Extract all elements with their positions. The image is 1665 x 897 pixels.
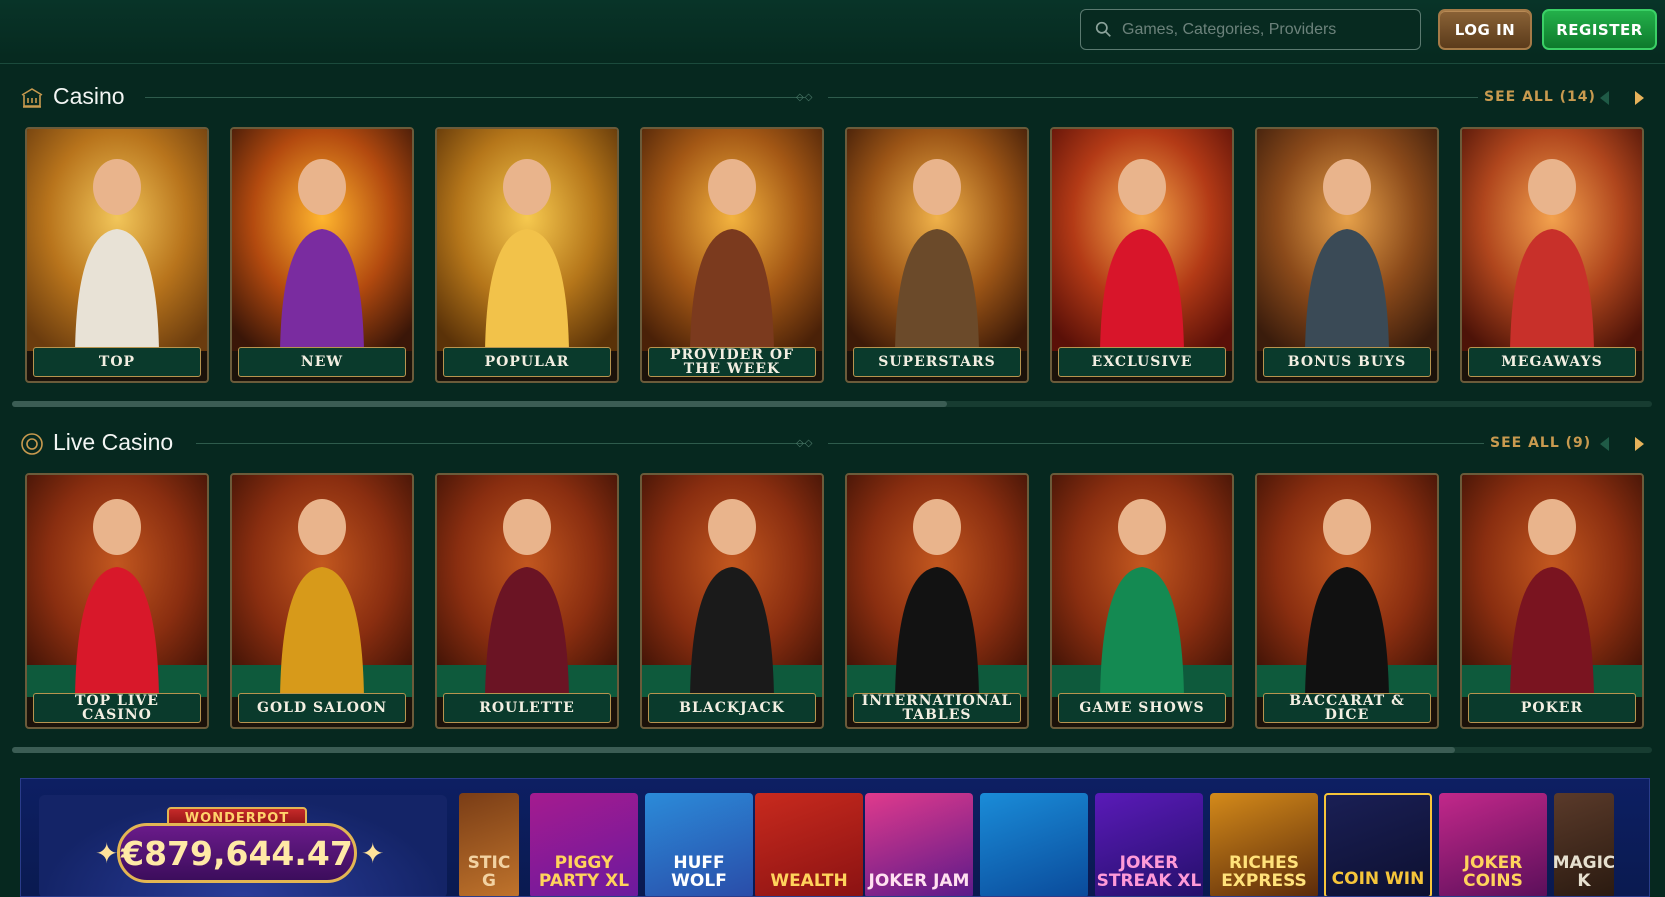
dealer-chips [847,475,1027,697]
arrow-right-icon[interactable] [1628,433,1650,455]
category-card[interactable]: INTERNATIONAL TABLES [845,473,1029,729]
outlaws-illustration [1257,129,1437,351]
login-button[interactable]: LOG IN [1438,9,1532,50]
dealer-roulette [437,475,617,697]
game-thumbnail[interactable]: STIC G [459,793,519,896]
game-thumbnail[interactable]: COIN WIN [1324,793,1432,896]
card-label: GOLD SALOON [238,693,406,723]
game-thumbnail[interactable]: WEALTH [755,793,863,896]
wizard-illustration [232,129,412,351]
card-label: BONUS BUYS [1263,347,1431,377]
category-card[interactable]: EXCLUSIVE [1050,127,1234,383]
game-thumbnail[interactable]: JOKER COINS [1439,793,1547,896]
card-label: INTERNATIONAL TABLES [853,693,1021,723]
cowboy-illustration [642,129,822,351]
casino-building-icon [21,88,43,108]
card-label: BLACKJACK [648,693,816,723]
gods-illustration [27,129,207,351]
star-icon: ✦ [95,838,119,869]
dealer-black-dress [1257,475,1437,697]
ruby-gem-illustration [1052,129,1232,351]
card-label: TOP LIVE CASINO [33,693,201,723]
couple-illustration [1462,129,1642,351]
category-card[interactable]: POPULAR [435,127,619,383]
category-card[interactable]: TOP [25,127,209,383]
fisherman-illustration [437,129,617,351]
arrow-right-icon[interactable] [1628,87,1650,109]
host-green-suit [1052,475,1232,697]
section-title: Live Casino [53,429,174,455]
divider-ornament: ◇◇ [796,92,814,103]
arrow-left-icon[interactable] [1594,433,1616,455]
dealer-red-dress [27,475,207,697]
game-thumbnail[interactable] [980,793,1088,896]
search-input[interactable] [1122,20,1412,39]
category-card[interactable]: SUPERSTARS [845,127,1029,383]
category-card[interactable]: ROULETTE [435,473,619,729]
arrow-left-icon[interactable] [1594,87,1616,109]
game-thumbnail[interactable]: JOKER JAM [865,793,973,896]
category-card[interactable]: MEGAWAYS [1460,127,1644,383]
divider [145,97,805,98]
search-icon [1095,21,1111,37]
card-label: NEW [238,347,406,377]
star-icon: ✦ [361,838,385,869]
card-label: GAME SHOWS [1058,693,1226,723]
category-card[interactable]: BLACKJACK [640,473,824,729]
game-thumbnail[interactable]: JOKER STREAK XL [1095,793,1203,896]
casino-scrollbar[interactable] [12,401,1652,407]
divider [828,443,1484,444]
game-thumbnail[interactable]: MAGIC K [1554,793,1614,896]
jeweler-illustration [847,129,1027,351]
category-card[interactable]: NEW [230,127,414,383]
card-label: ROULETTE [443,693,611,723]
card-label: TOP [33,347,201,377]
divider [828,97,1478,98]
card-label: POKER [1468,693,1636,723]
dealer-cards [1462,475,1642,697]
category-card[interactable]: GAME SHOWS [1050,473,1234,729]
card-label: BACCARAT & DICE [1263,693,1431,723]
divider-ornament: ◇◇ [796,438,814,449]
live-scrollbar[interactable] [12,747,1652,753]
top-bar: LOG IN REGISTER [0,0,1665,64]
dealer-yellow-dress [232,475,412,697]
game-thumbnail[interactable]: HUFF WOLF [645,793,753,896]
see-all-link[interactable]: SEE ALL (14) [1484,89,1596,105]
category-card[interactable]: TOP LIVE CASINO [25,473,209,729]
casino-section-header: Casino ◇◇ SEE ALL (14) [20,81,1650,115]
game-thumbnail[interactable]: PIGGY PARTY XL [530,793,638,896]
card-label: PROVIDER OF THE WEEK [648,347,816,377]
search-box[interactable] [1080,9,1421,50]
wonderpot-panel[interactable]: WONDERPOT €879,644.47 ✦ ✦ [39,795,447,896]
scrollbar-thumb[interactable] [12,401,947,407]
see-all-link[interactable]: SEE ALL (9) [1490,435,1591,451]
category-card[interactable]: PROVIDER OF THE WEEK [640,127,824,383]
category-card[interactable]: BACCARAT & DICE [1255,473,1439,729]
card-label: EXCLUSIVE [1058,347,1226,377]
category-card[interactable]: BONUS BUYS [1255,127,1439,383]
scrollbar-thumb[interactable] [12,747,1456,753]
dealer-bowtie [642,475,822,697]
category-card[interactable]: GOLD SALOON [230,473,414,729]
register-button[interactable]: REGISTER [1542,9,1657,50]
card-label: POPULAR [443,347,611,377]
game-thumbnail[interactable]: RICHES EXPRESS [1210,793,1318,896]
card-label: SUPERSTARS [853,347,1021,377]
jackpot-amount: €879,644.47 [117,823,357,883]
jackpot-promo-banner: WONDERPOT €879,644.47 ✦ ✦ STIC G PIGGY PA… [20,778,1650,897]
casino-chip-icon [21,433,43,455]
card-label: MEGAWAYS [1468,347,1636,377]
live-casino-section-header: Live Casino ◇◇ SEE ALL (9) [20,427,1650,461]
category-card[interactable]: POKER [1460,473,1644,729]
divider [196,443,806,444]
section-title: Casino [53,83,125,109]
